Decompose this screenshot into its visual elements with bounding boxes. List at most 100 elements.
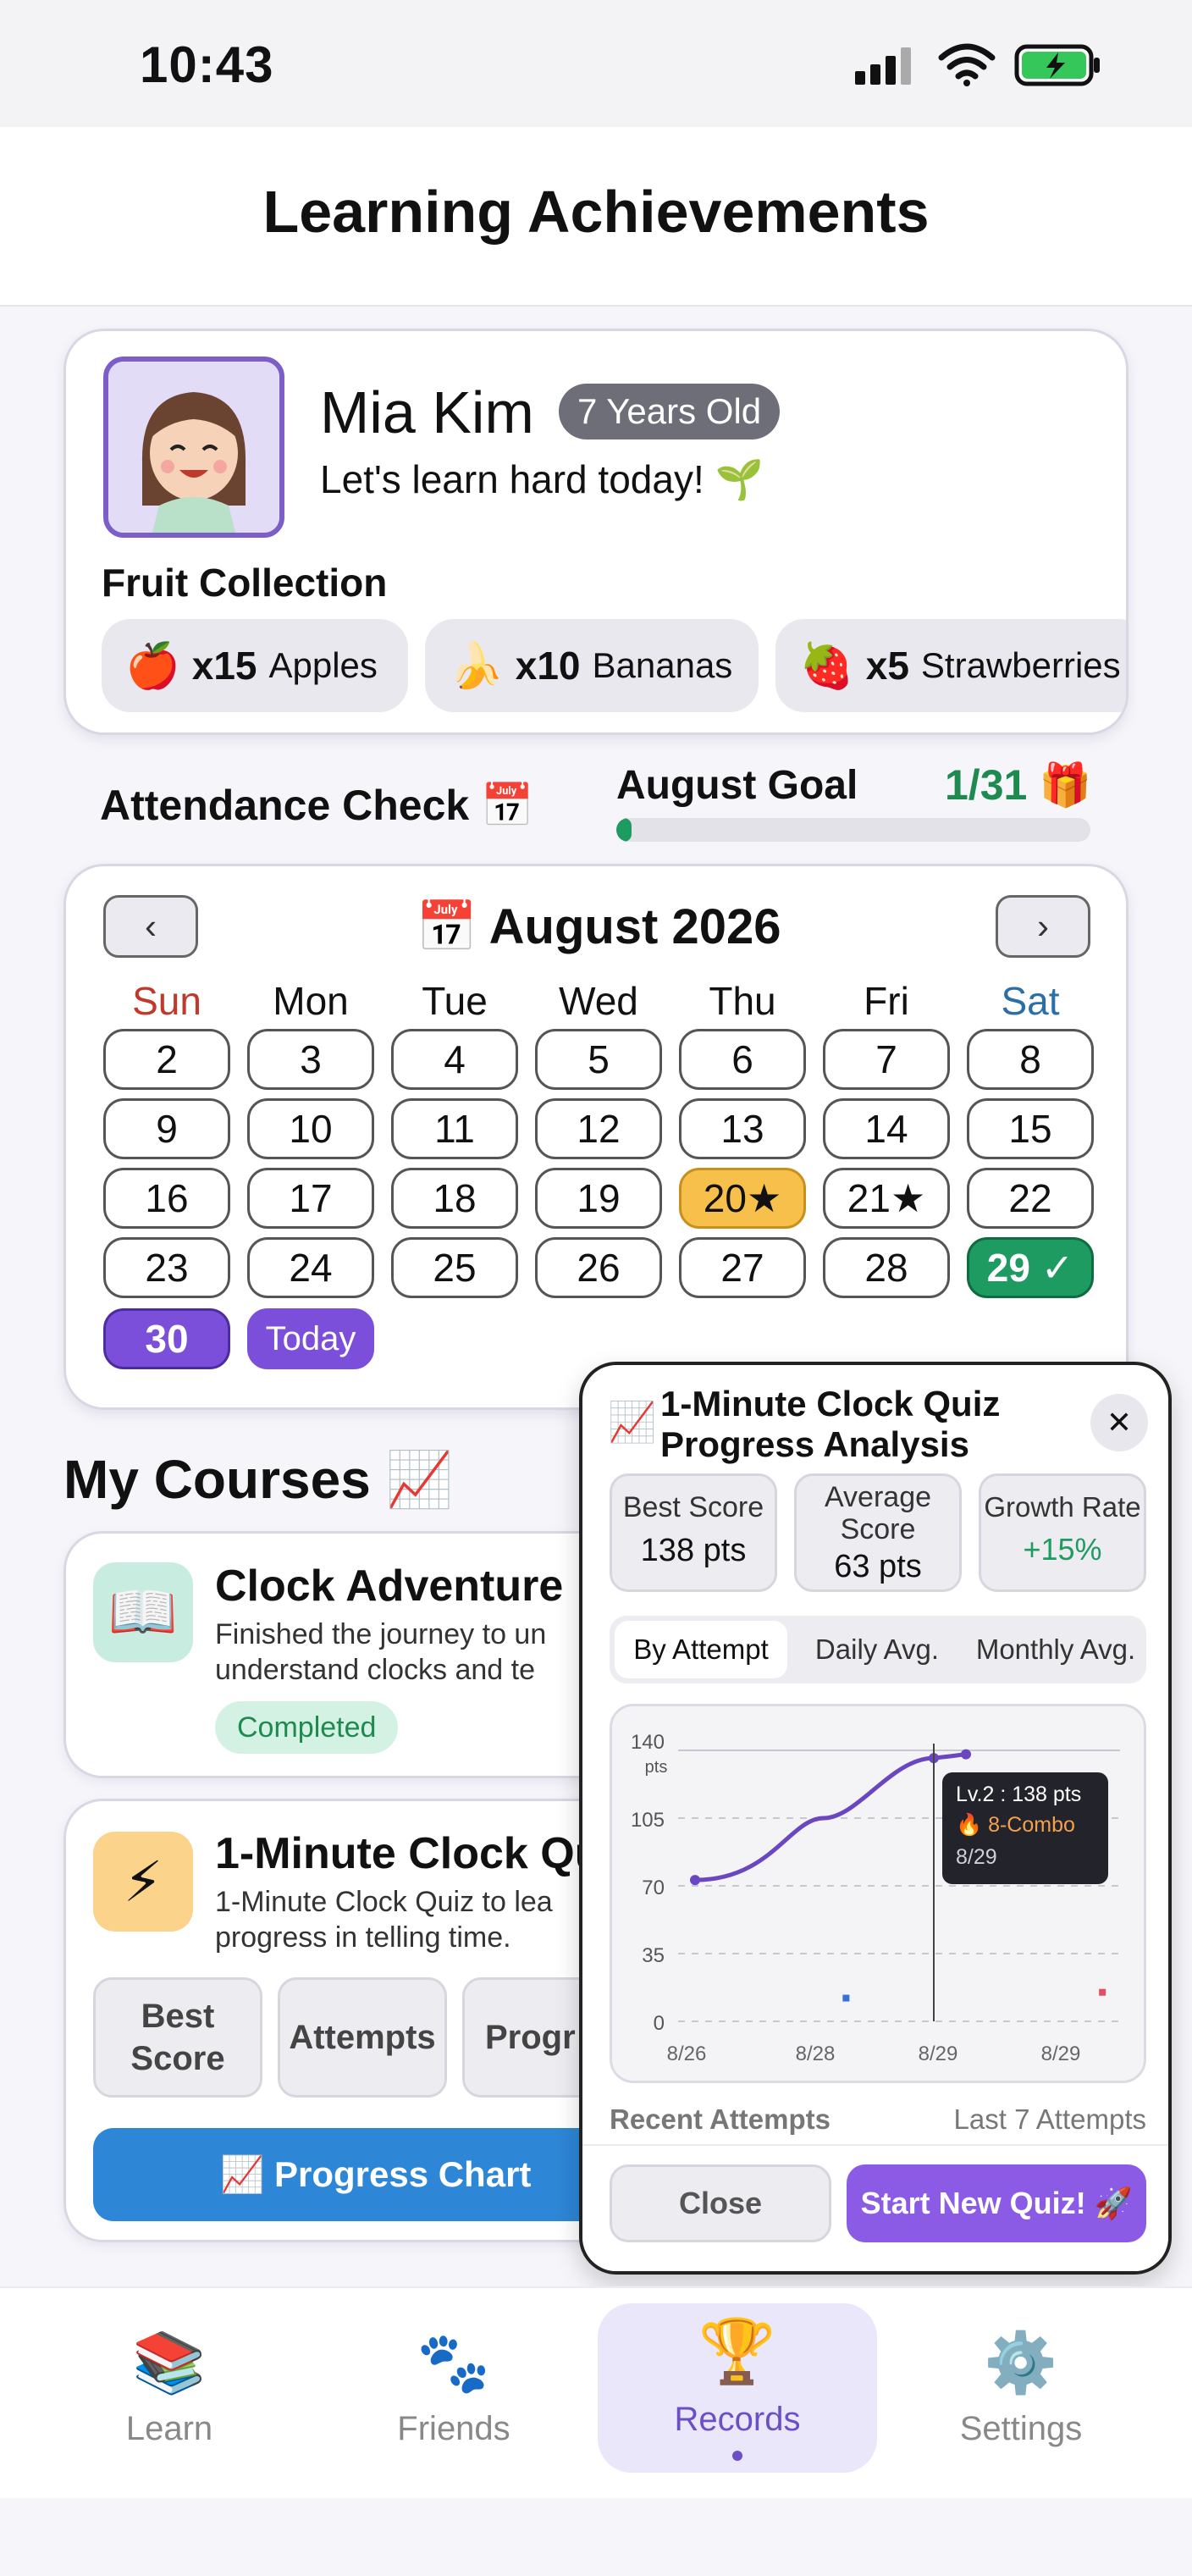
calendar-day[interactable]: 21★ xyxy=(823,1168,950,1229)
calendar-day[interactable]: 5 xyxy=(535,1029,662,1090)
chart-tabs: By Attempt Daily Avg. Monthly Avg. xyxy=(610,1616,1146,1683)
goal-label: August Goal xyxy=(616,763,858,808)
weekday-label: Fri xyxy=(864,979,909,1023)
tab-by-attempt[interactable]: By Attempt xyxy=(615,1621,787,1678)
calendar-day[interactable]: 11 xyxy=(391,1098,518,1159)
calendar-day[interactable]: 6 xyxy=(679,1029,806,1090)
y-tick-label: 140 xyxy=(631,1731,665,1754)
fruit-collection-title: Fruit Collection xyxy=(102,561,388,605)
attempts-button[interactable]: Attempts xyxy=(278,1977,447,2098)
profile-name: Mia Kim xyxy=(320,379,534,445)
wifi-icon xyxy=(938,42,996,91)
recent-attempts-label: Recent Attempts xyxy=(610,2103,831,2135)
fruit-chip-strawberries: 🍓 x5 Strawberries xyxy=(775,619,1126,712)
calendar-day[interactable]: 18 xyxy=(391,1168,518,1229)
progress-chart: 0 35 70 105 140 pts 8/26 8/28 8/29 8/29 Lv.2 : 138… xyxy=(610,1704,1146,2083)
y-tick-label: 70 xyxy=(642,1877,665,1899)
calendar-day[interactable]: 25 xyxy=(391,1237,518,1298)
stat-average-score: Average Score 63 pts xyxy=(794,1473,962,1592)
start-new-quiz-button[interactable]: Start New Quiz! 🚀 xyxy=(847,2164,1146,2242)
popup-close-icon[interactable]: ✕ xyxy=(1090,1394,1148,1451)
y-tick-label: 105 xyxy=(631,1809,665,1832)
tab-friends[interactable]: 🐾 Friends xyxy=(344,2303,564,2473)
calendar-day[interactable]: 14 xyxy=(823,1098,950,1159)
y-tick-label: 35 xyxy=(642,1944,665,1967)
tab-learn[interactable]: 📚 Learn xyxy=(59,2303,279,2473)
fruit-count: x5 xyxy=(865,644,909,688)
calendar-day[interactable]: Today xyxy=(247,1308,374,1369)
calendar-day[interactable]: 22 xyxy=(967,1168,1094,1229)
stat-label: Best Score xyxy=(622,1491,764,1523)
status-time: 10:43 xyxy=(140,36,274,93)
calendar-day[interactable]: 12 xyxy=(535,1098,662,1159)
x-tick-label: 8/28 xyxy=(796,2043,836,2065)
fruit-count: x10 xyxy=(515,644,581,688)
y-unit-label: pts xyxy=(645,1758,668,1777)
stat-growth-rate: Growth Rate +15% xyxy=(979,1473,1146,1592)
chart-icon: 📈 xyxy=(608,1400,657,1444)
book-icon: 📖 xyxy=(93,1562,193,1662)
next-month-button[interactable]: › xyxy=(996,895,1090,958)
fruit-label: Strawberries xyxy=(920,645,1121,685)
calendar-day[interactable]: 7 xyxy=(823,1029,950,1090)
y-tick-label: 0 xyxy=(654,2012,665,2035)
best-score-button[interactable]: Best Score xyxy=(93,1977,262,2098)
course-title: Clock Adventure xyxy=(215,1562,564,1611)
tooltip-line: Lv.2 : 138 pts xyxy=(956,1783,1081,1806)
weekday-label: Tue xyxy=(422,979,488,1023)
course-card-clock-adventure[interactable]: 📖 Clock Adventure Finished the journey t… xyxy=(63,1531,622,1778)
calendar-day[interactable]: 16 xyxy=(103,1168,230,1229)
course-desc: Finished the journey to un understand cl… xyxy=(215,1618,547,1686)
x-tick-label: 8/29 xyxy=(919,2043,958,2065)
close-button[interactable]: Close xyxy=(610,2164,831,2242)
calendar-day[interactable]: 3 xyxy=(247,1029,374,1090)
calendar-day[interactable]: 2 xyxy=(103,1029,230,1090)
books-icon: 📚 xyxy=(132,2329,207,2396)
courses-title: My Courses 📈 xyxy=(63,1449,454,1510)
calendar-day[interactable]: 19 xyxy=(535,1168,662,1229)
recent-attempts-count: Last 7 Attempts xyxy=(953,2103,1146,2135)
calendar-day[interactable]: 10 xyxy=(247,1098,374,1159)
data-point xyxy=(961,1749,971,1760)
tab-daily-avg[interactable]: Daily Avg. xyxy=(791,1621,963,1678)
strawberry-icon: 🍓 xyxy=(799,641,854,691)
tooltip-line: 🔥 8-Combo xyxy=(956,1812,1075,1837)
weekday-label: Sun xyxy=(132,979,201,1023)
page-title: Learning Achievements xyxy=(262,179,930,245)
tab-settings[interactable]: ⚙️ Settings xyxy=(911,2303,1131,2473)
extra-point xyxy=(1099,1988,1106,1996)
tab-monthly-avg[interactable]: Monthly Avg. xyxy=(965,1621,1146,1678)
profile-card: Mia Kim 7 Years Old Let's learn hard tod… xyxy=(63,329,1129,735)
gear-icon: ⚙️ xyxy=(984,2329,1058,2396)
active-dot xyxy=(732,2451,742,2461)
profile-message: Let's learn hard today! 🌱 xyxy=(320,457,764,501)
stat-label: Growth Rate xyxy=(984,1491,1141,1523)
course-desc: 1-Minute Clock Quiz to lea progress in t… xyxy=(215,1886,553,1954)
progress-chart-button[interactable]: 📈 Progress Chart xyxy=(93,2128,620,2221)
battery-icon xyxy=(1014,44,1102,91)
calendar-day[interactable]: 17 xyxy=(247,1168,374,1229)
goal-progress-fill xyxy=(616,818,632,842)
calendar-day[interactable]: 8 xyxy=(967,1029,1094,1090)
calendar-day[interactable]: 30 xyxy=(103,1308,230,1369)
calendar-day[interactable]: 28 xyxy=(823,1237,950,1298)
course-card-clock-quiz[interactable]: ⚡ 1-Minute Clock Qu 1-Minute Clock Quiz … xyxy=(63,1799,622,2242)
calendar-day[interactable]: 27 xyxy=(679,1237,806,1298)
calendar-day[interactable]: 26 xyxy=(535,1237,662,1298)
apple-icon: 🍎 xyxy=(125,641,180,691)
calendar-day[interactable]: 24 xyxy=(247,1237,374,1298)
calendar-day[interactable]: 20★ xyxy=(679,1168,806,1229)
extra-point xyxy=(842,1994,850,2002)
calendar-day[interactable]: 23 xyxy=(103,1237,230,1298)
tooltip-line: 8/29 xyxy=(956,1845,997,1869)
x-tick-label: 8/29 xyxy=(1041,2043,1081,2065)
calendar-day[interactable]: 15 xyxy=(967,1098,1094,1159)
trophy-icon: 🏆 xyxy=(698,2316,777,2386)
tab-records[interactable]: 🏆 Records xyxy=(598,2303,877,2473)
calendar-day[interactable]: 9 xyxy=(103,1098,230,1159)
calendar-day[interactable]: 4 xyxy=(391,1029,518,1090)
calendar-day[interactable]: 29 ✓ xyxy=(967,1237,1094,1298)
paw-icon: 🐾 xyxy=(417,2329,491,2396)
progress-analysis-popup: 📈 1-Minute Clock Quiz Progress Analysis … xyxy=(579,1362,1172,2275)
calendar-day[interactable]: 13 xyxy=(679,1098,806,1159)
